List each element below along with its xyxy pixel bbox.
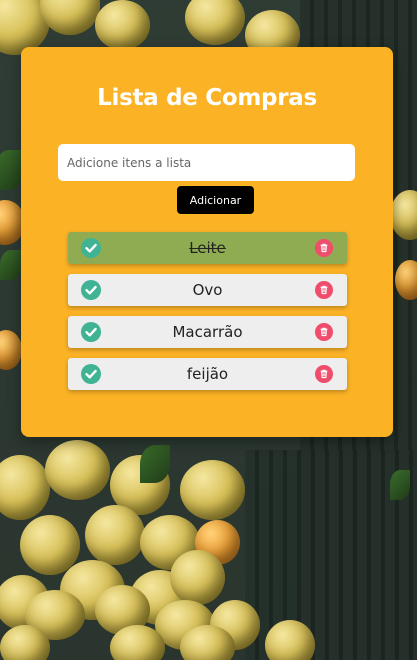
trash-icon[interactable] [315,365,333,383]
check-circle-icon[interactable] [81,238,101,258]
list-item: Ovo [68,274,347,306]
list-item-label: Macarrão [172,323,243,341]
list-item: Leite [68,232,347,264]
shopping-list-card: Lista de Compras Adicionar Leite Ovo [21,47,393,437]
check-circle-icon[interactable] [81,364,101,384]
check-circle-icon[interactable] [81,280,101,300]
check-circle-icon[interactable] [81,322,101,342]
list-item-label: Leite [189,239,226,257]
trash-icon[interactable] [315,239,333,257]
shopping-list: Leite Ovo Macarrão feijão [68,232,347,400]
trash-icon[interactable] [315,323,333,341]
page-title: Lista de Compras [97,85,317,111]
add-button[interactable]: Adicionar [177,186,254,214]
list-item: feijão [68,358,347,390]
item-input[interactable] [58,144,355,181]
list-item-label: feijão [186,365,229,383]
list-item-label: Ovo [192,281,223,299]
trash-icon[interactable] [315,281,333,299]
list-item: Macarrão [68,316,347,348]
